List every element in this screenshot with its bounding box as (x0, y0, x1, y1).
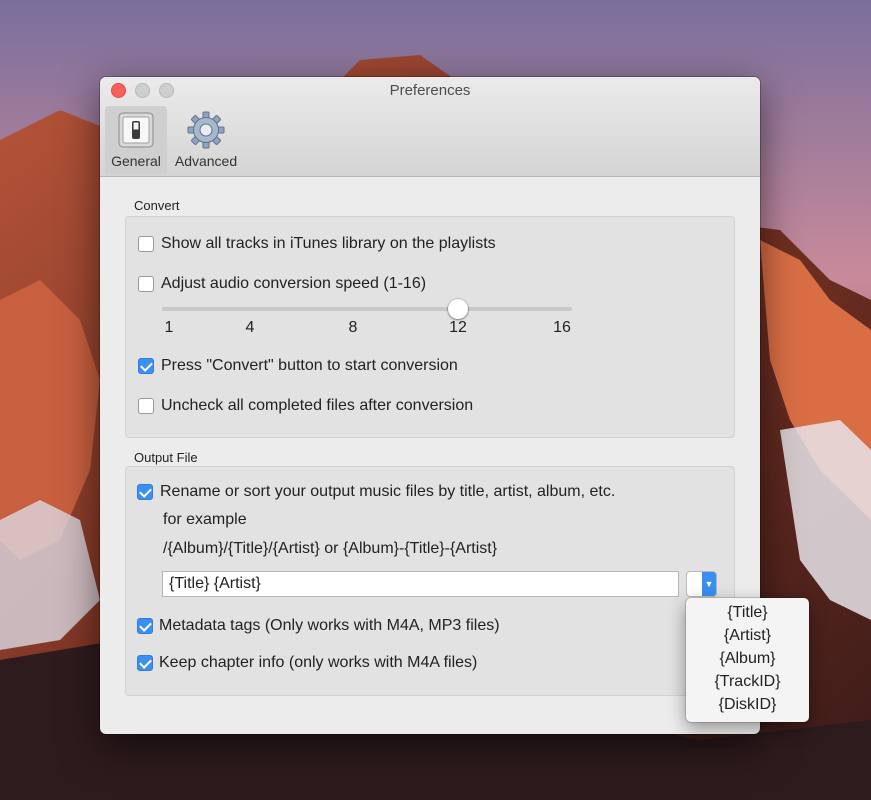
uncheck-completed-checkbox[interactable] (138, 398, 154, 414)
filename-pattern-input[interactable] (162, 571, 679, 597)
convert-section-label: Convert (134, 198, 180, 213)
example-label: for example (163, 511, 247, 528)
menu-item-title[interactable]: {Title} (686, 604, 809, 622)
adjust-speed-label: Adjust audio conversion speed (1-16) (161, 275, 427, 292)
toggle-switch-icon (118, 112, 154, 148)
tab-advanced-label: Advanced (174, 153, 238, 169)
uncheck-completed-label: Uncheck all completed files after conver… (161, 397, 474, 414)
menu-item-album[interactable]: {Album} (686, 650, 809, 668)
preferences-window: Preferences General Advanced Convert Sho… (100, 77, 760, 734)
speed-tick-label: 12 (449, 319, 467, 336)
menu-item-trackid[interactable]: {TrackID} (686, 673, 809, 691)
speed-tick-label: 8 (348, 319, 358, 336)
tab-advanced[interactable]: Advanced (169, 106, 243, 174)
speed-tick-label: 1 (164, 319, 174, 336)
tag-dropdown-menu: {Title} {Artist} {Album} {TrackID} {Disk… (686, 598, 809, 722)
menu-item-artist[interactable]: {Artist} (686, 627, 809, 645)
chapters-label: Keep chapter info (only works with M4A f… (159, 654, 478, 671)
example-pattern: /{Album}/{Title}/{Artist} or {Album}-{Ti… (163, 540, 498, 557)
tab-general[interactable]: General (105, 106, 167, 174)
rename-label: Rename or sort your output music files b… (160, 483, 616, 500)
show-tracks-checkbox[interactable] (138, 236, 154, 252)
rename-checkbox[interactable] (137, 484, 153, 500)
output-section-label: Output File (134, 450, 198, 465)
chapters-checkbox[interactable] (137, 655, 153, 671)
show-tracks-label: Show all tracks in iTunes library on the… (161, 235, 496, 252)
speed-slider-knob[interactable] (448, 299, 468, 319)
window-title: Preferences (389, 82, 471, 99)
tab-general-label: General (111, 153, 161, 169)
press-convert-label: Press "Convert" button to start conversi… (161, 357, 458, 374)
menu-item-diskid[interactable]: {DiskID} (686, 696, 809, 714)
title-bar: Preferences General Advanced (100, 77, 760, 177)
metadata-checkbox[interactable] (137, 618, 153, 634)
speed-slider-track[interactable] (162, 307, 572, 311)
adjust-speed-checkbox[interactable] (138, 276, 154, 292)
speed-tick-label: 16 (553, 319, 571, 336)
press-convert-checkbox[interactable] (138, 358, 154, 374)
speed-tick-label: 4 (245, 319, 255, 336)
metadata-label: Metadata tags (Only works with M4A, MP3 … (159, 617, 500, 634)
gear-icon (187, 111, 225, 149)
insert-tag-popup-button[interactable]: ▼ (686, 571, 717, 597)
chevron-down-icon: ▼ (702, 572, 716, 596)
